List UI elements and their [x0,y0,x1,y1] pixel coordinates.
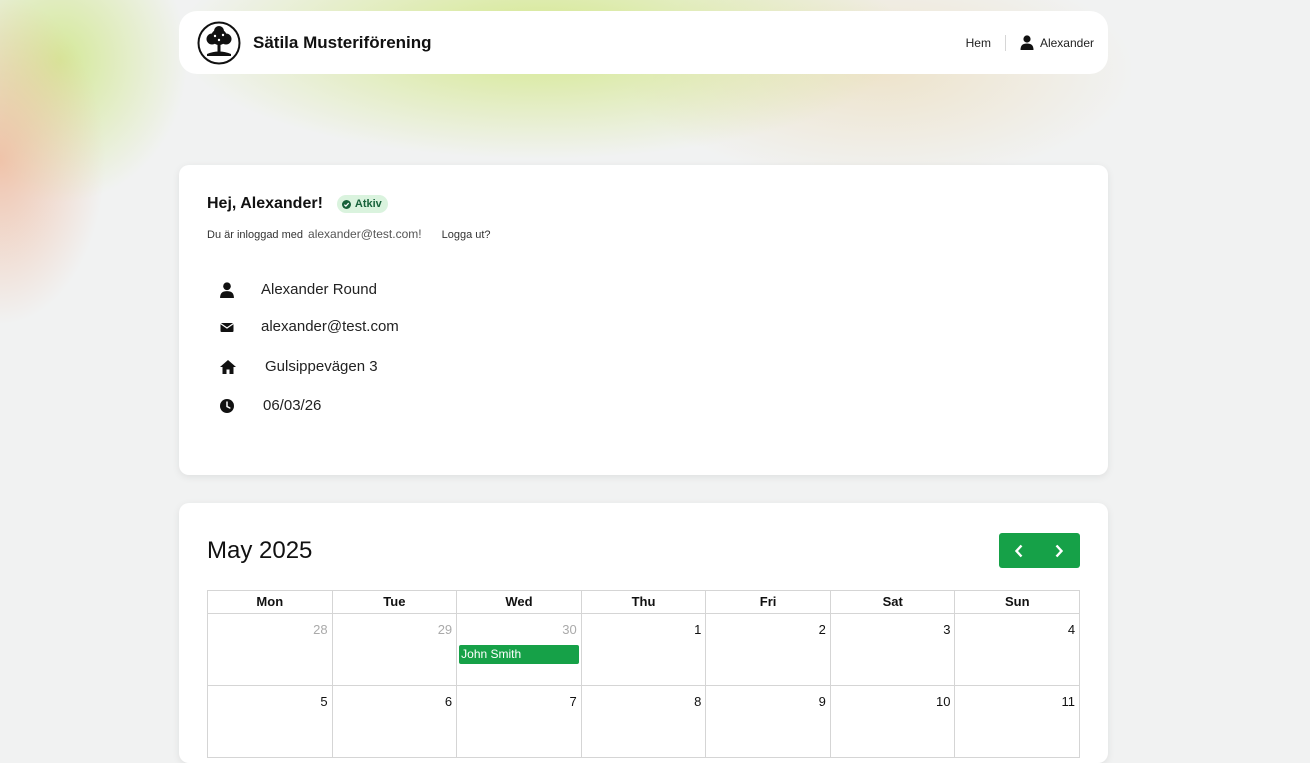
calendar-day-number: 4 [1067,622,1076,637]
weekday-header-cell: Sun [1004,594,1030,609]
calendar-day-cell[interactable]: 7 [457,686,582,757]
nav-links: Hem Alexander [966,34,1094,51]
tree-logo[interactable] [197,21,241,65]
calendar-week-row: 5 6 7 8 9 10 11 [207,686,1081,758]
profile-email: alexander@test.com [261,318,399,335]
calendar-day-number: 3 [943,622,951,637]
nav-divider [1004,34,1006,51]
calendar-day-cell[interactable]: 8 [582,686,707,757]
calendar-day-number: 8 [694,694,702,709]
calendar-week-row: 28 29 30 John Smith 1 2 3 4 [207,614,1081,686]
calendar-grid: Mon Tue Wed Thu Fri Sat Sun 28 29 30 John S… [207,590,1081,758]
user-icon [1020,35,1034,50]
home-icon [220,359,236,374]
brand-name: Sätila Musteriförening [253,32,432,52]
calendar-day-cell[interactable]: 11 [955,686,1081,757]
weekday-header: Mon Tue Wed Thu Fri Sat Sun [207,590,1080,614]
profile-name: Alexander Round [261,281,377,298]
weekday-header-cell: Tue [333,591,458,613]
login-info-row: Du är inloggad med alexander@test.com! L… [207,227,491,241]
calendar-day-cell[interactable]: 6 [333,686,458,757]
weekday-header-cell: Sat [831,591,956,613]
logged-in-label: Du är inloggad med [207,229,304,241]
calendar-day-number: 2 [818,622,826,637]
profile-address: Gulsippevägen 3 [265,358,378,375]
calendar-day-number: 30 [562,622,577,637]
chevron-left-icon [1014,544,1023,557]
info-date-row: 06/03/26 [219,397,321,414]
calendar-nav [999,533,1080,568]
calendar-day-cell[interactable]: 29 [333,614,458,685]
weekday-header-cell: Fri [706,591,831,613]
logged-in-email: alexander@test.com! [308,227,422,241]
calendar-day-cell[interactable]: 2 [706,614,831,685]
calendar-day-number: 9 [818,694,826,709]
status-text: Atkiv [354,198,382,210]
status-badge: Atkiv [336,195,388,213]
calendar-day-number: 29 [437,622,453,637]
calendar-day-cell[interactable]: 28 [208,614,333,685]
calendar-day-number: 11 [1061,694,1076,709]
calendar-day-number: 1 [694,622,702,637]
calendar-day-cell[interactable]: 1 [582,614,707,685]
calendar-event[interactable]: John Smith [459,645,579,664]
nav-user-menu[interactable]: Alexander [1020,35,1094,50]
calendar-day-cell[interactable]: 30 John Smith [457,614,582,685]
calendar-day-number: 7 [569,694,577,709]
calendar-day-cell[interactable]: 3 [831,614,956,685]
calendar-day-cell[interactable]: 10 [831,686,956,757]
weekday-header-cell: Thu [582,591,707,613]
nav-user-name: Alexander [1039,35,1094,50]
calendar-title: May 2025 [207,537,313,564]
calendar-day-number: 10 [936,694,951,709]
clock-icon [220,398,234,413]
calendar-weeks: 28 29 30 John Smith 1 2 3 4 5 6 7 8 9 10 11 [207,614,1081,758]
profile-card: Hej, Alexander! Atkiv Du är inloggad med… [179,165,1108,475]
next-month-button[interactable] [1039,533,1079,568]
weekday-header-cell: Wed [457,591,582,613]
check-circle-icon [341,199,351,209]
chevron-right-icon [1055,544,1064,557]
logout-link[interactable]: Logga ut? [442,229,491,241]
calendar-day-number: 28 [313,622,328,637]
info-name-row: Alexander Round [219,281,377,298]
calendar-day-cell[interactable]: 9 [706,686,831,757]
user-icon [220,281,234,298]
top-navbar: Sätila Musteriförening Hem Alexander [179,11,1108,74]
calendar-day-cell[interactable]: 5 [208,686,333,757]
profile-date: 06/03/26 [263,397,322,414]
prev-month-button[interactable] [999,533,1039,568]
weekday-header-cell: Mon [208,591,333,613]
calendar-day-number: 5 [320,694,328,709]
info-email-row: alexander@test.com [219,318,399,335]
info-address-row: Gulsippevägen 3 [219,358,378,375]
greeting-row: Hej, Alexander! Atkiv [207,195,388,213]
calendar-card: May 2025 Mon Tue Wed Thu Fri Sat Sun 28 2… [179,503,1108,763]
envelope-icon [220,322,234,332]
nav-home-link[interactable]: Hem [966,36,991,50]
calendar-day-cell[interactable]: 4 [955,614,1081,685]
greeting: Hej, Alexander! [207,195,323,212]
calendar-day-number: 6 [444,694,453,709]
